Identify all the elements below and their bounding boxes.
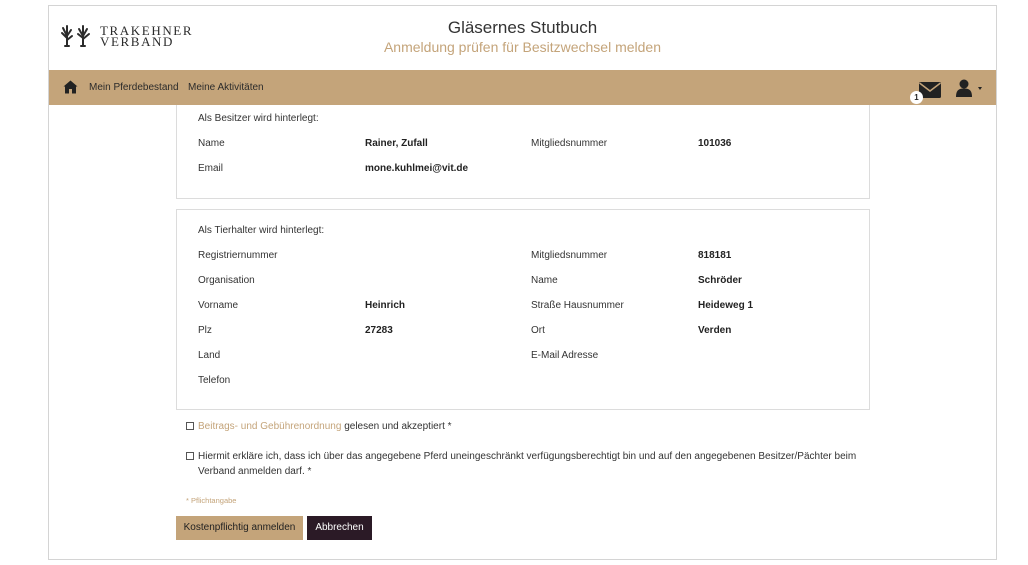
keeper-zip-label: Plz bbox=[198, 325, 212, 336]
owner-email-value: mone.kuhlmei@vit.de bbox=[365, 163, 469, 174]
owner-email-label: Email bbox=[198, 163, 224, 174]
home-icon[interactable] bbox=[63, 80, 78, 97]
owner-name-value: Rainer, Zufall bbox=[365, 138, 428, 149]
keeper-name-value: Schröder bbox=[698, 275, 742, 286]
keeper-street-value: Heideweg 1 bbox=[698, 300, 754, 311]
fees-regulation-link[interactable]: Beitrags- und Gebührenordnung bbox=[198, 421, 341, 432]
keeper-city-label: Ort bbox=[531, 325, 545, 336]
fees-accept-rest: gelesen und akzeptiert * bbox=[341, 421, 452, 432]
keeper-firstname-label: Vorname bbox=[198, 300, 239, 311]
user-icon bbox=[956, 79, 972, 97]
nav-link-pferdebestand[interactable]: Mein Pferdebestand bbox=[89, 82, 179, 93]
message-count-badge: 1 bbox=[910, 91, 923, 104]
declaration-text: Hiermit erkläre ich, dass ich über das a… bbox=[198, 451, 857, 477]
owner-member-value: 101036 bbox=[698, 138, 732, 149]
cancel-button[interactable]: Abbrechen bbox=[307, 516, 372, 540]
caret-down-icon bbox=[978, 87, 982, 90]
keeper-zip-value: 27283 bbox=[365, 325, 393, 336]
owner-panel: Als Besitzer wird hinterlegt: Name Raine… bbox=[176, 105, 870, 199]
page-frame: TRAKEHNER VERBAND Gläsernes Stutbuch Anm… bbox=[48, 5, 997, 560]
keeper-member-value: 818181 bbox=[698, 250, 732, 261]
page-subtitle: Anmeldung prüfen für Besitzwechsel melde… bbox=[383, 39, 662, 55]
keeper-name-label: Name bbox=[531, 275, 558, 286]
page-title: Gläsernes Stutbuch bbox=[447, 18, 598, 37]
navbar: Mein Pferdebestand Meine Aktivitäten 1 bbox=[49, 70, 996, 105]
declaration-checkbox[interactable] bbox=[186, 452, 194, 460]
header: TRAKEHNER VERBAND Gläsernes Stutbuch Anm… bbox=[49, 6, 996, 70]
fees-accept-checkbox[interactable] bbox=[186, 422, 194, 430]
nav-link-aktivitaeten[interactable]: Meine Aktivitäten bbox=[188, 82, 264, 93]
keeper-country-label: Land bbox=[198, 350, 221, 361]
keeper-city-value: Verden bbox=[698, 325, 732, 336]
keeper-firstname-value: Heinrich bbox=[365, 300, 406, 311]
required-hint: * Pflichtangabe bbox=[186, 496, 237, 505]
user-menu[interactable] bbox=[951, 79, 985, 99]
keeper-street-label: Straße Hausnummer bbox=[531, 300, 624, 311]
keeper-heading: Als Tierhalter wird hinterlegt: bbox=[198, 225, 325, 236]
submit-button[interactable]: Kostenpflichtig anmelden bbox=[176, 516, 303, 540]
keeper-panel: Als Tierhalter wird hinterlegt: Registri… bbox=[176, 209, 870, 410]
owner-member-label: Mitgliedsnummer bbox=[531, 138, 608, 149]
keeper-email-label: E-Mail Adresse bbox=[531, 350, 599, 361]
keeper-org-label: Organisation bbox=[198, 275, 255, 286]
messages-button[interactable]: 1 bbox=[910, 80, 943, 104]
fees-accept-text: Beitrags- und Gebührenordnung gelesen un… bbox=[198, 419, 878, 434]
keeper-phone-label: Telefon bbox=[198, 375, 231, 386]
keeper-member-label: Mitgliedsnummer bbox=[531, 250, 608, 261]
owner-heading: Als Besitzer wird hinterlegt: bbox=[198, 113, 319, 124]
owner-name-label: Name bbox=[198, 138, 225, 149]
keeper-registration-label: Registriernummer bbox=[198, 250, 278, 261]
